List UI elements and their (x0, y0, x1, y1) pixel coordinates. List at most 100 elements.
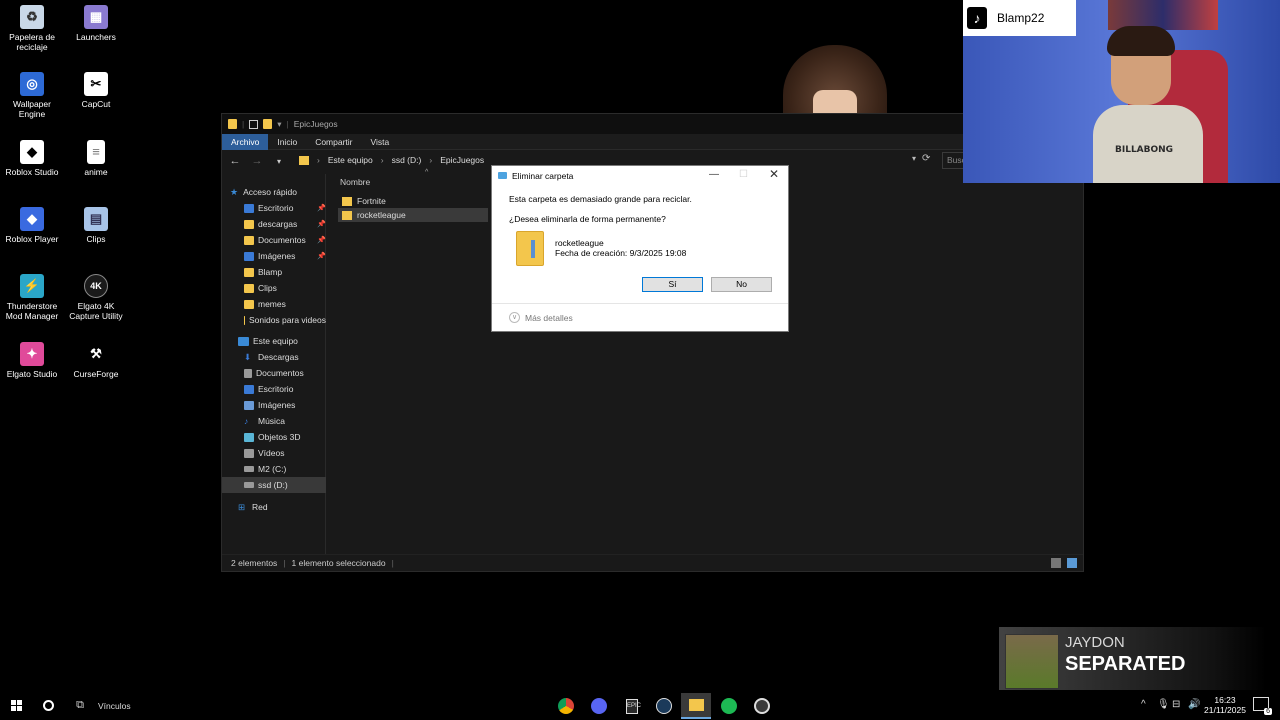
download-arrow-icon: ⬇ (244, 351, 252, 362)
delete-folder-icon (498, 172, 507, 179)
start-button[interactable] (6, 695, 26, 715)
taskbar-epic-games[interactable]: EPIC (617, 693, 647, 719)
tab-compartir[interactable]: Compartir (306, 134, 361, 150)
nav-item-musica[interactable]: ♪ Música (222, 413, 326, 429)
tab-vista[interactable]: Vista (362, 134, 399, 150)
chrome-icon (558, 698, 574, 714)
ribbon-tabs: Archivo Inicio Compartir Vista (222, 133, 1083, 150)
nav-item-objetos-3d[interactable]: Objetos 3D (222, 429, 326, 445)
nav-item-documentos[interactable]: Documentos 📌 (222, 232, 326, 248)
breadcrumb-epicjuegos[interactable]: EpicJuegos (440, 155, 484, 165)
nav-item-sonidos[interactable]: Sonidos para videos (222, 312, 326, 328)
nav-item-imagenes[interactable]: Imágenes 📌 (222, 248, 326, 264)
desktop-icon-recycle-bin[interactable]: ♻ Papelera de reciclaje (0, 5, 64, 52)
nav-item-blamp[interactable]: Blamp (222, 264, 326, 280)
nav-label: Imágenes (258, 251, 296, 261)
network-tray-icon[interactable]: ⊟ (1172, 699, 1180, 710)
tab-inicio[interactable]: Inicio (268, 134, 306, 150)
more-details-toggle[interactable]: ∨ Más detalles (492, 303, 788, 331)
breadcrumb-ssd[interactable]: ssd (D:) (392, 155, 422, 165)
now-playing-artist: JAYDON (1065, 634, 1125, 651)
back-arrow-icon[interactable]: ← (228, 155, 242, 167)
microphone-icon[interactable]: 🎙 (1157, 699, 1170, 710)
taskbar-links-toolbar[interactable]: Vínculos (98, 701, 131, 711)
tab-archivo[interactable]: Archivo (222, 133, 269, 150)
column-header-name[interactable]: Nombre (340, 177, 370, 187)
nav-item-m2-c[interactable]: M2 (C:) (222, 461, 326, 477)
folder-clips-icon: ▤ (84, 207, 108, 231)
nav-item-videos[interactable]: Vídeos (222, 445, 326, 461)
pin-icon: 📌 (317, 253, 326, 260)
large-icons-view-icon[interactable] (1067, 558, 1077, 568)
view-toggle (1051, 558, 1077, 568)
desktop-icon-anime[interactable]: ≡ anime (64, 140, 128, 177)
taskbar-file-explorer[interactable] (681, 693, 711, 719)
nav-item-descargas[interactable]: descargas 📌 (222, 216, 326, 232)
tiktok-username-badge: Blamp22 (963, 0, 1076, 36)
yes-button[interactable]: Sí (642, 277, 703, 292)
taskbar-discord[interactable] (584, 693, 614, 719)
nav-item-descargas-pc[interactable]: ⬇ Descargas (222, 349, 326, 365)
address-dropdown-icon[interactable]: ▾ (912, 154, 916, 163)
desktop-icon-thunderstore[interactable]: ⚡ Thunderstore Mod Manager (0, 274, 64, 321)
desktop-icon-clips[interactable]: ▤ Clips (64, 207, 128, 244)
taskbar: ⧉ Vínculos EPIC ^ 🎙 ⊟ 🔊 16:23 21/11/2025… (0, 690, 1280, 720)
taskbar-obs[interactable] (747, 693, 777, 719)
folder-icon (244, 299, 254, 309)
capcut-icon: ✂ (84, 72, 108, 96)
sort-up-icon: ^ (425, 169, 429, 176)
video-icon (244, 448, 254, 458)
maximize-icon[interactable]: ☐ (739, 169, 748, 180)
nav-item-documentos-pc[interactable]: Documentos (222, 365, 326, 381)
minimize-icon[interactable]: — (709, 169, 719, 180)
taskbar-chrome[interactable] (551, 693, 581, 719)
quick-access-toolbar-dropdown-icon[interactable]: ▾ (277, 119, 281, 130)
explorer-titlebar[interactable]: | ▾ | EpicJuegos (222, 114, 1083, 134)
breadcrumb-este-equipo[interactable]: Este equipo (328, 155, 373, 165)
desktop-icon-launchers[interactable]: ▦ Launchers (64, 5, 128, 42)
dialog-folder-date: Fecha de creación: 9/3/2025 19:08 (555, 248, 687, 258)
file-item-rocketleague[interactable]: rocketleague (338, 208, 488, 222)
network-icon: ⊞ (238, 501, 246, 512)
chevron-right-icon: › (429, 155, 433, 165)
close-icon[interactable]: ✕ (769, 167, 779, 181)
volume-icon[interactable]: 🔊 (1188, 699, 1200, 710)
desktop-icon-wallpaper-engine[interactable]: ◎ Wallpaper Engine (0, 72, 64, 119)
desktop-icon-curseforge[interactable]: ⚒ CurseForge (64, 342, 128, 379)
nav-item-clips[interactable]: Clips (222, 280, 326, 296)
desktop-icon-roblox-player[interactable]: ◆ Roblox Player (0, 207, 64, 244)
forward-arrow-icon[interactable]: → (250, 155, 264, 167)
windows-icon (10, 699, 22, 711)
nav-item-escritorio-pc[interactable]: Escritorio (222, 381, 326, 397)
recent-locations-icon[interactable]: ▾ (272, 157, 286, 166)
details-view-icon[interactable] (1051, 558, 1061, 568)
nav-item-memes[interactable]: memes (222, 296, 326, 312)
no-button[interactable]: No (711, 277, 772, 292)
nav-este-equipo[interactable]: Este equipo (222, 333, 326, 349)
desktop-icon-capcut[interactable]: ✂ CapCut (64, 72, 128, 109)
task-view-button[interactable]: ⧉ (70, 695, 90, 715)
new-folder-icon[interactable] (263, 119, 273, 129)
drive-icon (244, 482, 254, 488)
nav-quick-access[interactable]: ★ Acceso rápido (222, 184, 326, 200)
show-hidden-icons-chevron-up-icon[interactable]: ^ (1141, 699, 1146, 710)
properties-icon[interactable] (249, 119, 259, 129)
desktop-icon-roblox-studio[interactable]: ◆ Roblox Studio (0, 140, 64, 177)
nav-item-imagenes-pc[interactable]: Imágenes (222, 397, 326, 413)
search-button[interactable] (38, 695, 58, 715)
desktop-icon-elgato-4k[interactable]: 4K Elgato 4K Capture Utility (64, 274, 128, 321)
nav-red[interactable]: ⊞ Red (222, 499, 326, 515)
system-clock[interactable]: 16:23 21/11/2025 (1200, 695, 1250, 715)
refresh-icon[interactable]: ⟳ (922, 153, 930, 164)
file-item-fortnite[interactable]: Fortnite (338, 194, 488, 208)
taskbar-steam[interactable] (649, 693, 679, 719)
folder-icon (342, 196, 352, 206)
taskbar-spotify[interactable] (714, 693, 744, 719)
nav-item-ssd-d[interactable]: ssd (D:) (222, 477, 326, 493)
nav-item-escritorio[interactable]: Escritorio 📌 (222, 200, 326, 216)
desktop-icon-elgato-studio[interactable]: ✦ Elgato Studio (0, 342, 64, 379)
nav-label: Clips (258, 283, 277, 293)
action-center-button[interactable]: 6 (1253, 697, 1272, 715)
chevron-right-icon: › (380, 155, 384, 165)
nav-label: Sonidos para videos (248, 315, 326, 325)
